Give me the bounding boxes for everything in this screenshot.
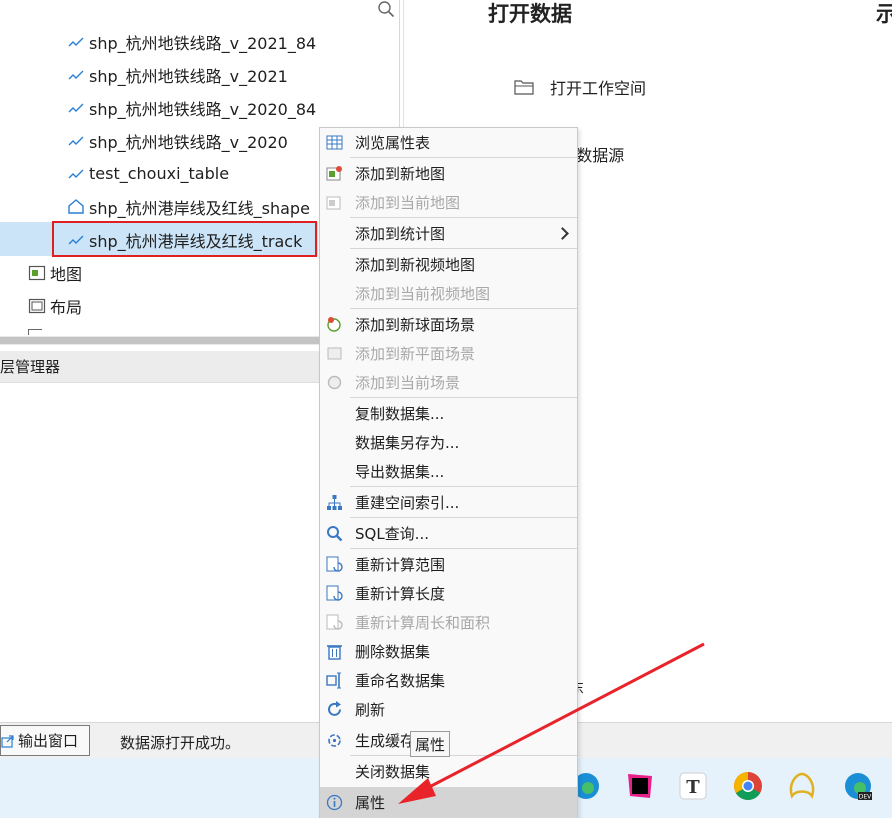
tree-item-dataset[interactable]: shp_杭州地铁线路_v_2020_84: [67, 91, 316, 124]
chrome-icon[interactable]: [732, 770, 764, 802]
section-title-partial: 示: [876, 2, 892, 26]
menu-separator: [350, 217, 577, 218]
menu-item-add-to-current-scene[interactable]: 添加到当前场景: [320, 368, 577, 397]
menu-item-add-to-current-map[interactable]: 添加到当前地图: [320, 188, 577, 217]
svg-text:DEV: DEV: [859, 794, 872, 801]
menu-item-add-to-current-video-map[interactable]: 添加到当前视频地图: [320, 279, 577, 308]
search-icon[interactable]: [377, 0, 395, 18]
menu-item-refresh[interactable]: 刷新: [320, 695, 577, 724]
recalc-icon: [326, 585, 343, 601]
menu-item-add-to-new-video-map[interactable]: 添加到新视频地图: [320, 250, 577, 279]
svg-text:T: T: [686, 777, 700, 798]
rename-icon: [326, 672, 341, 689]
output-window-button[interactable]: 输出窗口: [0, 725, 90, 756]
globe-scene-icon: [327, 317, 341, 332]
menu-item-rebuild-spatial-index[interactable]: 重建空间索引...: [320, 488, 577, 517]
tree-item-dataset[interactable]: shp_杭州地铁线路_v_2021_84: [67, 25, 316, 58]
edge-dev-icon[interactable]: DEV: [842, 770, 874, 802]
menu-item-delete-dataset[interactable]: 删除数据集: [320, 637, 577, 666]
tooltip: 属性: [410, 731, 451, 757]
tree-item-label: test_chouxi_table: [89, 164, 230, 183]
tree-item-maps[interactable]: 地图: [28, 256, 82, 289]
tree-item-dataset[interactable]: shp_杭州港岸线及红线_shape: [67, 190, 310, 223]
menu-separator: [350, 548, 577, 549]
chevron-right-icon: [556, 227, 569, 240]
menu-item-add-to-chart[interactable]: 添加到统计图: [320, 219, 577, 248]
tree-item-label: shp_杭州港岸线及红线_shape: [89, 198, 310, 218]
menu-separator: [350, 248, 577, 249]
current-scene-icon: [327, 375, 342, 390]
highlight-box: [52, 221, 317, 257]
tree-item-label: shp_杭州地铁线路_v_2021: [89, 66, 288, 86]
menu-item-add-to-new-plane-scene[interactable]: 添加到新平面场景: [320, 339, 577, 368]
menu-item-recalc-perimeter-area[interactable]: 重新计算周长和面积: [320, 608, 577, 637]
menu-item-recalc-length[interactable]: 重新计算长度: [320, 579, 577, 608]
menu-separator: [350, 308, 577, 309]
menu-item-add-to-new-map[interactable]: 添加到新地图: [320, 159, 577, 188]
new-map-icon: [326, 166, 342, 181]
scrollbar-thumb[interactable]: [0, 337, 320, 344]
output-window-label: 输出窗口: [18, 732, 79, 750]
info-icon: [326, 794, 343, 811]
tree-item-label: 布局: [50, 297, 83, 317]
menu-separator: [350, 755, 577, 756]
menu-item-export-dataset[interactable]: 导出数据集...: [320, 457, 577, 486]
open-workspace-label: 打开工作空间: [550, 79, 647, 98]
search-icon: [327, 526, 343, 542]
line-dataset-icon: [68, 37, 84, 46]
status-message: 数据源打开成功。: [120, 734, 241, 752]
menu-item-close-dataset[interactable]: 关闭数据集: [320, 757, 577, 786]
menu-item-copy-dataset[interactable]: 复制数据集...: [320, 399, 577, 428]
navicat-icon[interactable]: [786, 770, 818, 802]
refresh-icon: [328, 701, 341, 716]
layout-icon: [28, 298, 46, 313]
region-dataset-icon: [68, 198, 84, 214]
output-window-icon: [1, 734, 14, 748]
map-icon: [28, 265, 46, 280]
jetbrains-icon[interactable]: [624, 770, 656, 802]
tree-item-dataset[interactable]: shp_杭州地铁线路_v_2020: [67, 124, 288, 157]
open-data-title: 打开数据: [488, 2, 572, 26]
cache-icon: [328, 734, 341, 747]
recalc-icon: [326, 556, 343, 572]
menu-item-properties[interactable]: 属性: [320, 787, 577, 818]
recalc-icon: [326, 614, 343, 630]
tree-item-dataset[interactable]: test_chouxi_table: [67, 157, 229, 190]
menu-separator: [350, 517, 577, 518]
line-dataset-icon: [68, 70, 84, 79]
tree-item-label: 地图: [50, 264, 83, 284]
folder-icon: [514, 80, 534, 95]
menu-separator: [350, 157, 577, 158]
table-icon: [326, 135, 343, 150]
menu-separator: [350, 397, 577, 398]
line-dataset-icon: [68, 169, 84, 178]
tree-item-dataset[interactable]: shp_杭州地铁线路_v_2021: [67, 58, 288, 91]
tree-item-partial: [28, 329, 42, 335]
menu-item-recalc-bounds[interactable]: 重新计算范围: [320, 550, 577, 579]
trash-icon: [327, 645, 342, 660]
plane-scene-icon: [327, 347, 342, 360]
typora-icon[interactable]: T: [677, 770, 709, 802]
menu-item-sql-query[interactable]: SQL查询...: [320, 519, 577, 548]
line-dataset-icon: [68, 103, 84, 112]
menu-item-browse-attribute-table[interactable]: 浏览属性表: [320, 128, 577, 157]
menu-item-add-to-new-globe-scene[interactable]: 添加到新球面场景: [320, 310, 577, 339]
line-dataset-icon: [68, 136, 84, 145]
layer-manager-title: 图层管理器: [0, 358, 61, 376]
tree-item-label: shp_杭州地铁线路_v_2021_84: [89, 33, 317, 53]
menu-separator: [350, 486, 577, 487]
tree-item-layouts[interactable]: 布局: [28, 289, 82, 322]
spatial-index-icon: [327, 495, 342, 510]
open-workspace-link[interactable]: 打开工作空间: [514, 75, 646, 99]
tree-item-label: shp_杭州地铁线路_v_2020_84: [89, 99, 317, 119]
menu-item-rename-dataset[interactable]: 重命名数据集: [320, 666, 577, 695]
current-map-icon: [326, 196, 341, 210]
menu-item-save-dataset-as[interactable]: 数据集另存为...: [320, 428, 577, 457]
tree-item-label: shp_杭州地铁线路_v_2020: [89, 132, 288, 152]
